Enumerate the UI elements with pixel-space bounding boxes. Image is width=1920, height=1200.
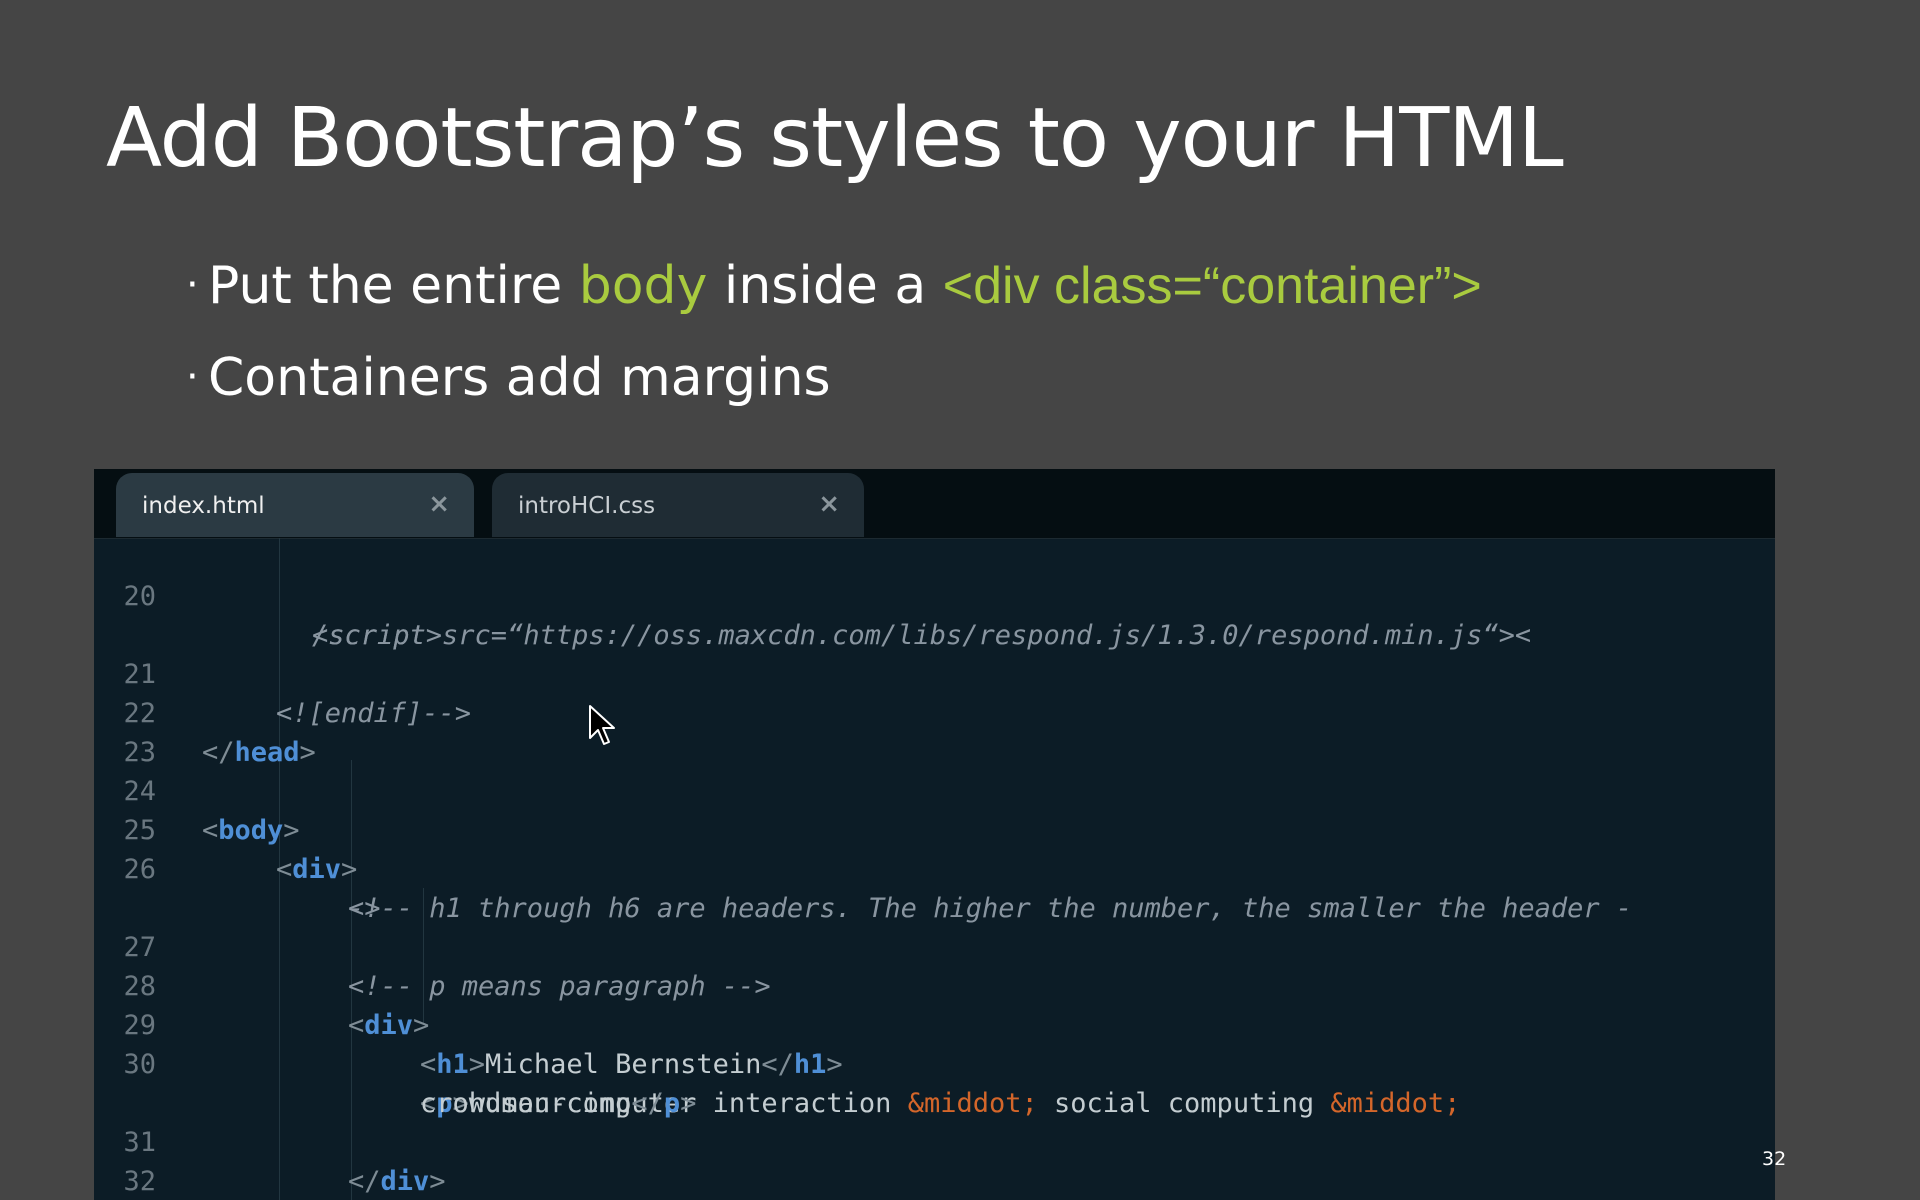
code-line: 22 </head>	[94, 655, 1775, 768]
tab-index-html[interactable]: index.html ×	[116, 473, 474, 537]
code-editor: index.html × introHCI.css × 20 <script s…	[94, 469, 1775, 1200]
code-line: 23	[94, 694, 1775, 768]
editor-tab-bar: index.html × introHCI.css ×	[94, 469, 1775, 539]
bullet-text: Containers add margins	[208, 348, 831, 408]
bullet-dot: ·	[186, 262, 199, 309]
tab-introhci-css[interactable]: introHCI.css ×	[492, 473, 864, 537]
code-area[interactable]: 20 <script src=“https://oss.maxcdn.com/l…	[94, 538, 1775, 1200]
bullet-dot: ·	[186, 354, 199, 401]
code-line: 29 <h1>Michael Bernstein</h1>	[94, 967, 1775, 1080]
tab-label: introHCI.css	[518, 493, 656, 519]
bullet-text: inside a	[707, 256, 943, 316]
tab-label: index.html	[142, 493, 265, 519]
code-line: 20 <script src=“https://oss.maxcdn.com/l…	[94, 538, 1775, 651]
bullet-highlight-body: body	[578, 256, 708, 316]
code-line: 33	[94, 1162, 1775, 1200]
code-line: 26 <!-- h1 through h6 are headers. The h…	[94, 811, 1775, 924]
code-line: /script>	[94, 577, 1775, 651]
code-line: 24 <body>	[94, 733, 1775, 846]
close-icon[interactable]: ×	[428, 489, 450, 519]
code-line: 25 <div>	[94, 772, 1775, 885]
code-line: 32	[94, 1123, 1775, 1197]
mouse-pointer-icon	[589, 705, 615, 745]
bullet-body-container: · Put the entire body inside a <div class…	[186, 260, 1482, 312]
code-line: 30 <p>human-computer interaction &middot…	[94, 1006, 1775, 1119]
code-line: ->	[94, 850, 1775, 924]
close-icon[interactable]: ×	[818, 489, 840, 519]
code-line: 31 </div>	[94, 1084, 1775, 1197]
code-line: crowdsourcing</p>	[94, 1045, 1775, 1119]
page-number: 32	[1762, 1148, 1787, 1170]
code-line: 21 <![endif]-->	[94, 616, 1775, 729]
bullet-text: Put the entire	[208, 256, 579, 316]
code-line: 27 <!-- p means paragraph -->	[94, 889, 1775, 1002]
bullet-containers-margins: · Containers add margins	[186, 352, 831, 404]
slide-title: Add Bootstrap’s styles to your HTML	[106, 91, 1564, 186]
bullet-highlight-container-div: <div class=“container”>	[942, 257, 1482, 315]
code-line: 28 <div>	[94, 928, 1775, 1041]
